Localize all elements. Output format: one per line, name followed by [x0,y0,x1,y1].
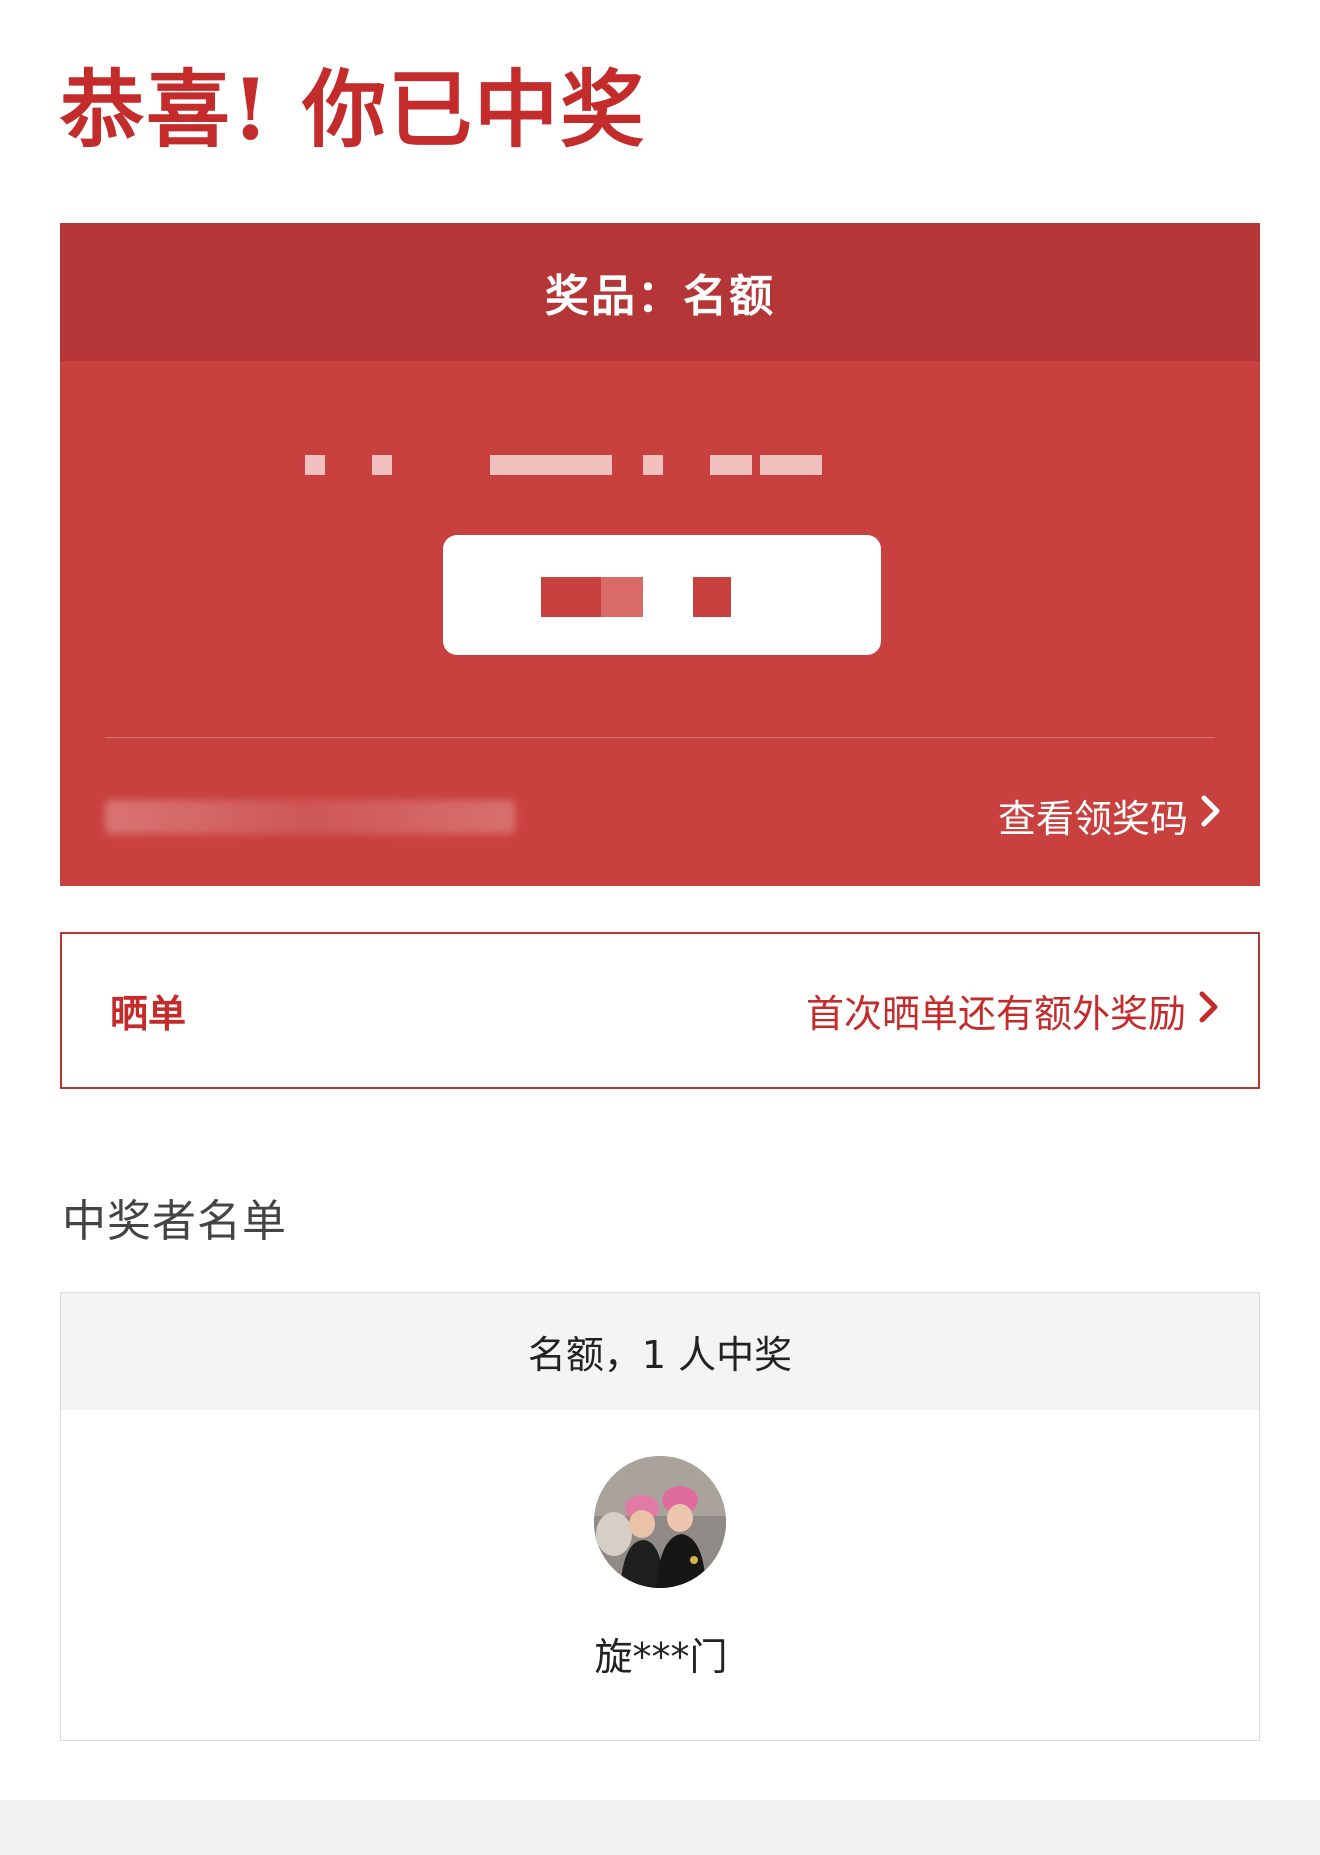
chevron-right-icon [1200,793,1222,837]
share-order-hint-link[interactable]: 首次晒单还有额外奖励 [806,983,1220,1038]
winner-name: 旋***门 [594,1635,728,1679]
card-divider [105,737,1215,738]
avatar[interactable] [594,1456,726,1588]
chevron-right-icon [1198,989,1220,1033]
winners-section-title: 中奖者名单 [62,1196,287,1247]
view-prize-code-link[interactable]: 查看领奖码 [998,785,1222,845]
bottom-strip [0,1800,1320,1855]
page-title: 恭喜! 你已中奖 [60,60,647,159]
prize-header: 奖品：名额 [60,223,1260,361]
prize-info-redacted [60,455,1260,477]
view-prize-code-label: 查看领奖码 [997,796,1188,841]
prize-card: 奖品：名额 查看领奖码 [60,223,1260,886]
redacted-note [105,800,515,834]
share-order-hint: 首次晒单还有额外奖励 [805,992,1186,1036]
lottery-result-page: 恭喜! 你已中奖 奖品：名额 查看领奖码 晒单 首次晒单还有额外奖励 中奖者名单… [0,0,1320,1855]
share-order-card[interactable]: 晒单 首次晒单还有额外奖励 [60,932,1260,1089]
winners-summary: 名额，1 人中奖 [61,1293,1259,1410]
winners-list: 名额，1 人中奖 旋***门 [60,1292,1260,1741]
prize-code-box-redacted [443,535,881,655]
share-order-title: 晒单 [110,992,187,1036]
